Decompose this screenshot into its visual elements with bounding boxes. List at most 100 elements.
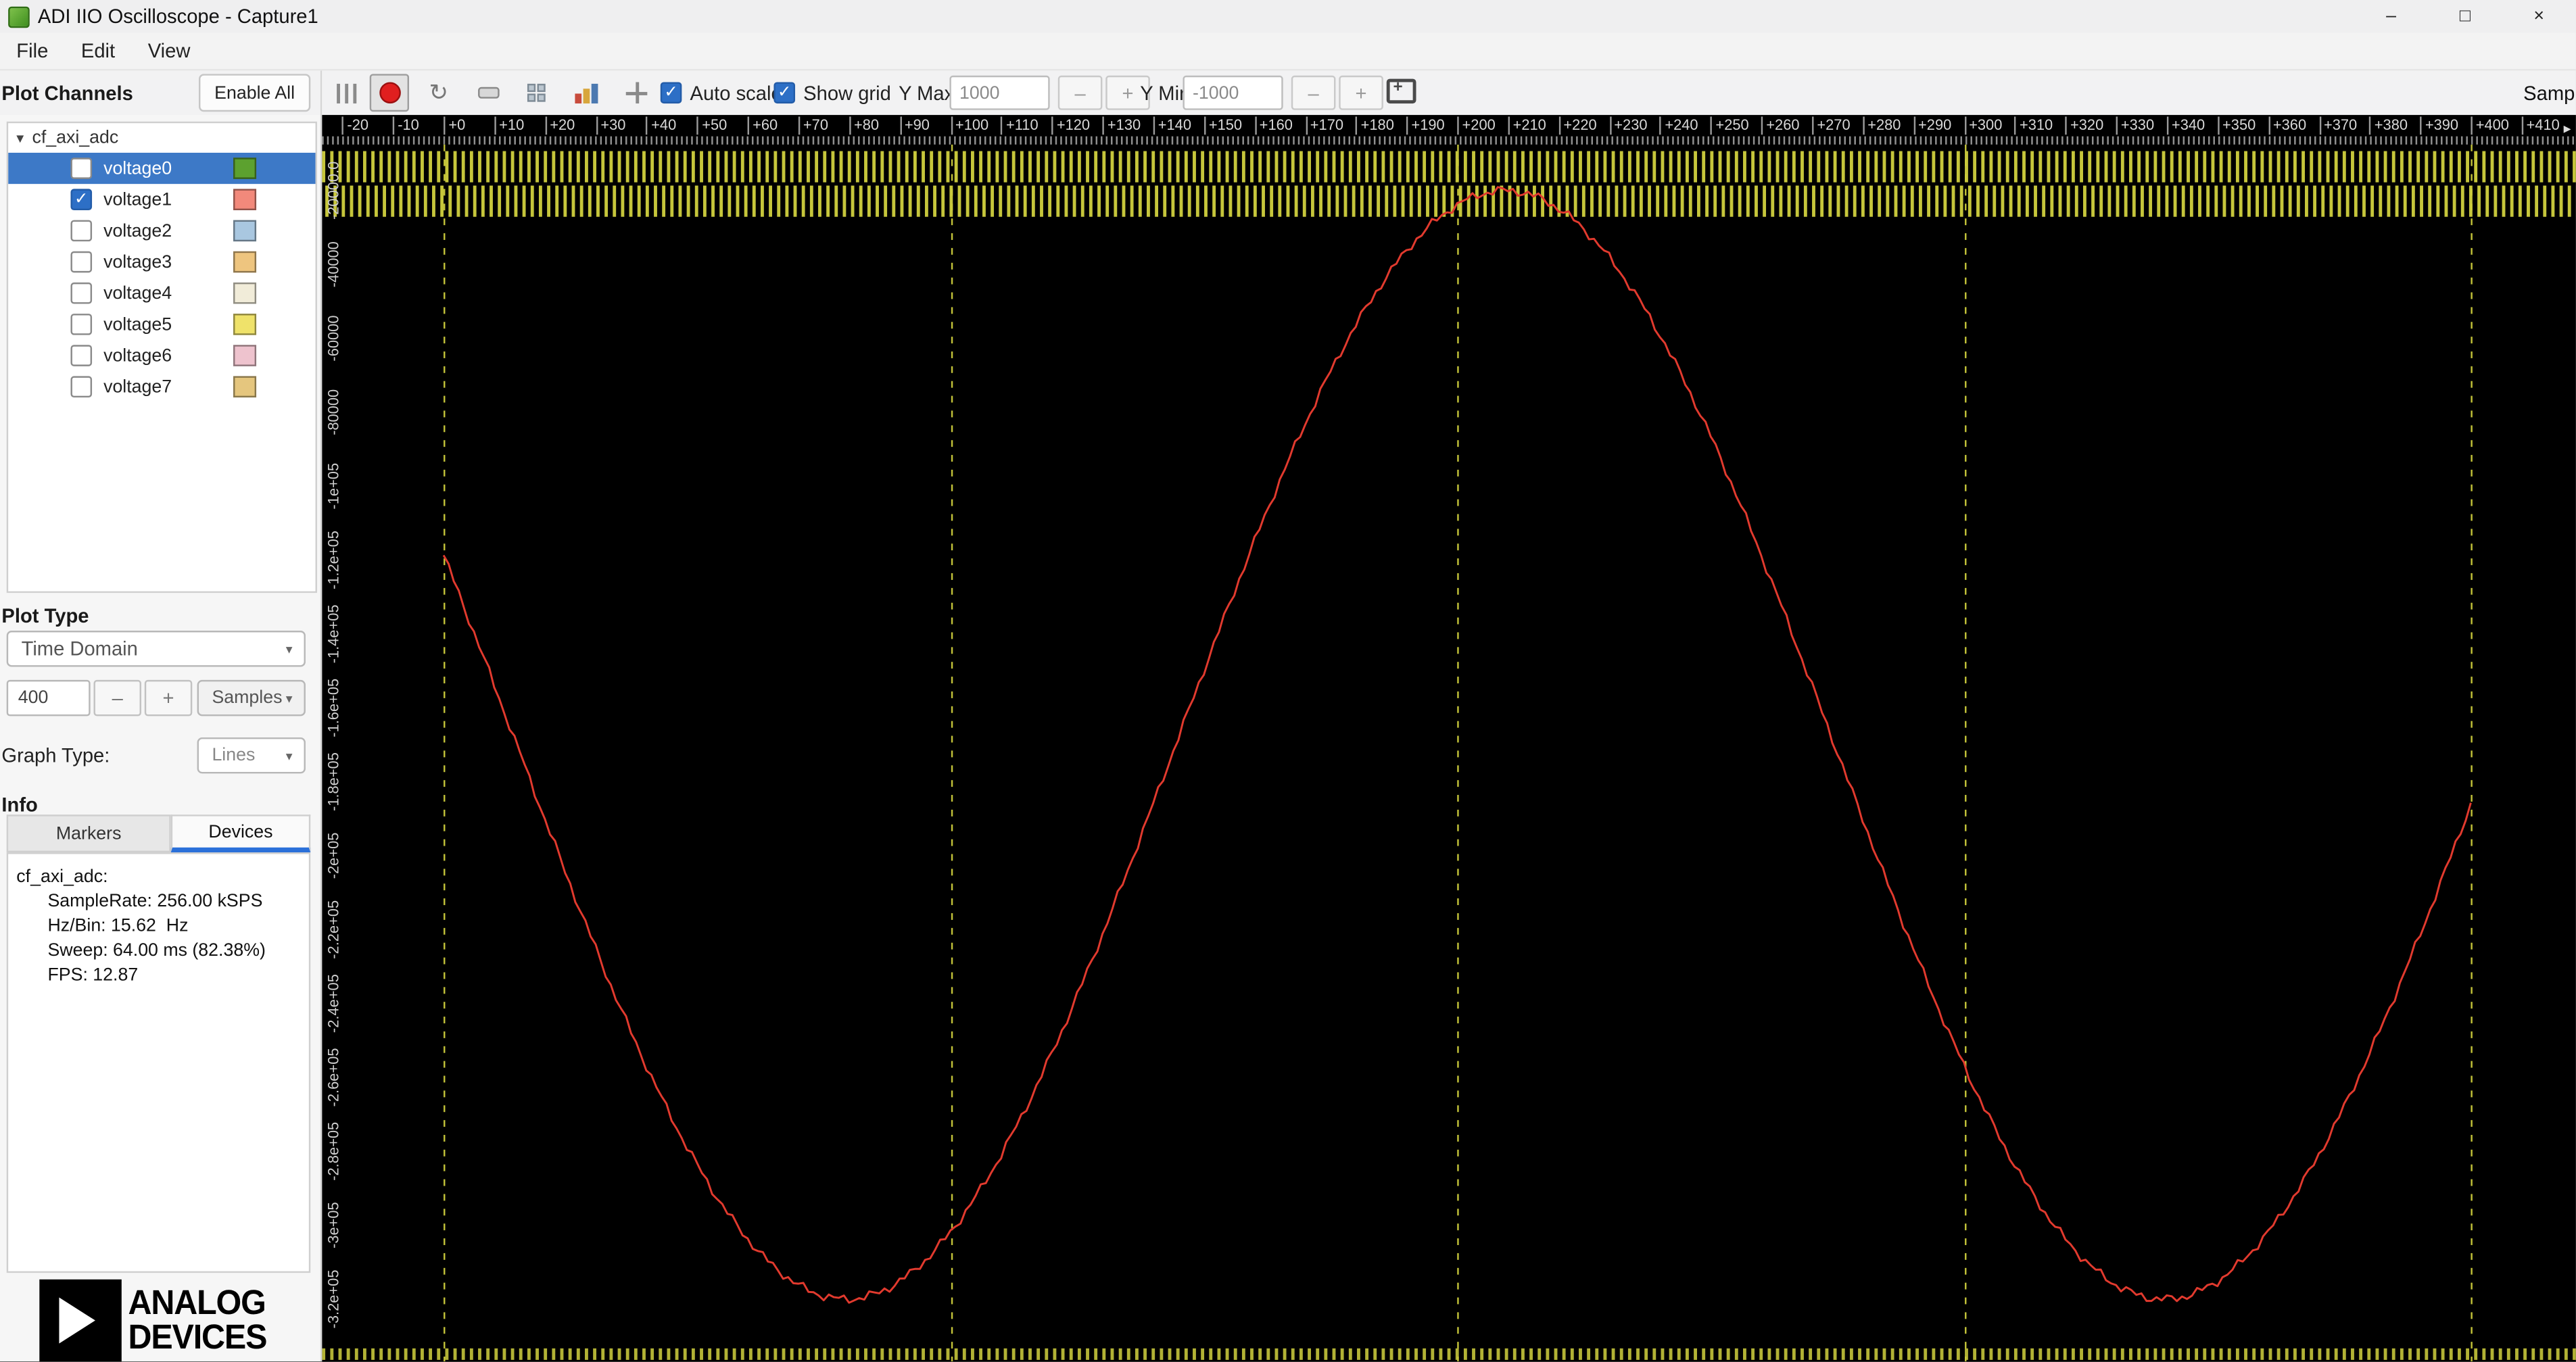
channel-checkbox-voltage5[interactable] xyxy=(70,314,93,335)
window-title: ADI IIO Oscilloscope - Capture1 xyxy=(37,5,318,28)
enable-all-button[interactable]: Enable All xyxy=(199,74,311,112)
channel-row-voltage1[interactable]: ✓ voltage1 xyxy=(8,184,315,215)
channel-checkbox-voltage3[interactable] xyxy=(70,251,93,273)
channel-row-voltage6[interactable]: voltage6 xyxy=(8,340,315,371)
channel-checkbox-voltage2[interactable] xyxy=(70,220,93,242)
channel-row-voltage7[interactable]: voltage7 xyxy=(8,371,315,402)
menu-item-file[interactable]: File xyxy=(0,33,65,69)
y-min-input[interactable]: -1000 xyxy=(1183,75,1283,110)
refresh-icon[interactable]: ↻ xyxy=(421,76,456,110)
device-info-line: Hz/Bin: 15.62 Hz xyxy=(47,916,189,936)
record-button[interactable] xyxy=(369,74,410,112)
sample-count-decrease-button[interactable]: – xyxy=(93,679,141,716)
tile-windows-icon[interactable] xyxy=(519,76,555,110)
channel-checkbox-voltage4[interactable] xyxy=(70,282,93,304)
app-window: ADI IIO Oscilloscope - Capture1 – □ × Fi… xyxy=(0,0,2576,1362)
device-group-row[interactable]: ▾ cf_axi_adc xyxy=(8,123,315,153)
y-min-decrease-button[interactable]: – xyxy=(1291,75,1336,110)
channel-color-swatch[interactable] xyxy=(233,376,257,398)
menu-bar: File Edit View xyxy=(0,32,2576,71)
device-info-line: FPS: 12.87 xyxy=(47,965,139,986)
minimize-button[interactable]: – xyxy=(2354,0,2428,33)
menu-item-view[interactable]: View xyxy=(131,33,206,69)
move-cross-icon xyxy=(625,82,647,104)
pan-icon[interactable] xyxy=(618,76,654,110)
channel-list: voltage0 ✓ voltage1 voltage2 voltage3 voltage… xyxy=(8,152,316,402)
channel-row-voltage5[interactable]: voltage5 xyxy=(8,309,315,340)
sample-unit-dropdown[interactable]: Samples ▾ xyxy=(197,679,306,716)
graph-type-dropdown[interactable]: Lines ▾ xyxy=(197,737,306,774)
channel-label: voltage0 xyxy=(103,158,172,178)
sample-unit-value: Samples xyxy=(212,688,283,708)
sample-count-increase-button[interactable]: + xyxy=(144,679,193,716)
waveform-layer xyxy=(442,186,2472,1304)
channel-row-voltage4[interactable]: voltage4 xyxy=(8,278,315,309)
y-max-input[interactable]: 1000 xyxy=(949,75,1050,110)
snapshot-shape xyxy=(477,87,499,99)
app-icon xyxy=(8,5,30,28)
adi-logo-icon xyxy=(39,1279,122,1362)
device-group-name: cf_axi_adc xyxy=(32,128,119,148)
add-capture-window-icon[interactable] xyxy=(1386,78,1416,104)
channel-color-swatch[interactable] xyxy=(233,282,257,304)
samples-toolbar-label: Samples xyxy=(2523,82,2576,105)
channel-label: voltage6 xyxy=(103,345,172,366)
screenshot-icon[interactable] xyxy=(470,76,506,110)
y-max-decrease-button[interactable]: – xyxy=(1057,75,1103,110)
plot-area: ↻ ✓ Auto scale ✓ Show grid Y Max: 1000 – xyxy=(322,70,2576,1362)
y-min-increase-button[interactable]: + xyxy=(1339,75,1383,110)
info-label: Info xyxy=(1,793,38,817)
adi-logo-word2: DEVICES xyxy=(128,1319,268,1357)
sidebar-header: Plot Channels Enable All xyxy=(0,70,320,116)
channel-color-swatch[interactable] xyxy=(233,157,257,179)
plot-type-label: Plot Type xyxy=(1,604,89,628)
maximize-button[interactable]: □ xyxy=(2428,0,2502,33)
mini-chart-icon xyxy=(575,82,598,103)
capture-controls-icon[interactable] xyxy=(332,76,362,110)
channel-color-swatch[interactable] xyxy=(233,314,257,335)
sidebar: Plot Channels Enable All ▾ cf_axi_adc vo… xyxy=(0,70,323,1362)
device-info-line: SampleRate: 256.00 kSPS xyxy=(47,892,263,912)
channel-row-voltage3[interactable]: voltage3 xyxy=(8,246,315,277)
channel-color-swatch[interactable] xyxy=(233,220,257,242)
content: Plot Channels Enable All ▾ cf_axi_adc vo… xyxy=(0,70,2576,1362)
menu-item-edit[interactable]: Edit xyxy=(65,33,132,69)
auto-scale-label: Auto scale xyxy=(690,82,782,105)
plot-type-value: Time Domain xyxy=(21,637,138,660)
new-plot-icon[interactable] xyxy=(569,76,604,110)
titlebar: ADI IIO Oscilloscope - Capture1 – □ × xyxy=(0,0,2576,33)
channel-color-swatch[interactable] xyxy=(233,251,257,273)
tab-devices[interactable]: Devices xyxy=(170,814,311,853)
close-button[interactable]: × xyxy=(2502,0,2576,33)
window-controls: – □ × xyxy=(2354,0,2576,33)
channel-color-swatch[interactable] xyxy=(233,189,257,211)
bars-icon xyxy=(337,82,340,103)
adi-logo-word1: ANALOG xyxy=(128,1284,266,1322)
expander-icon[interactable]: ▾ xyxy=(16,129,24,147)
tile-grid xyxy=(527,82,547,103)
plot-toolbar: ↻ ✓ Auto scale ✓ Show grid Y Max: 1000 – xyxy=(322,70,2576,116)
sample-count-input[interactable]: 400 xyxy=(6,679,91,716)
plot-canvas[interactable]: ▸ -20 -10 +0 +10 +20 +30 +40 +50 +60 +70 +80 +90 +10… xyxy=(322,115,2576,1362)
channel-row-voltage2[interactable]: voltage2 xyxy=(8,215,315,246)
adi-logo-text: ANALOG DEVICES xyxy=(128,1284,268,1357)
channel-color-swatch[interactable] xyxy=(233,345,257,366)
auto-scale-checkbox[interactable]: ✓ xyxy=(660,82,682,104)
tab-markers[interactable]: Markers xyxy=(6,814,171,853)
channel-row-voltage0[interactable]: voltage0 xyxy=(8,152,316,185)
record-icon xyxy=(379,82,400,104)
channel-checkbox-voltage1[interactable]: ✓ xyxy=(70,189,93,211)
channel-checkbox-voltage7[interactable] xyxy=(70,376,93,398)
channel-panel: ▾ cf_axi_adc voltage0 ✓ voltage1 voltage2 vo… xyxy=(6,121,317,593)
waveform-trace xyxy=(442,186,2472,1304)
graph-type-value: Lines xyxy=(212,746,256,766)
channel-label: voltage7 xyxy=(103,376,172,397)
channel-checkbox-voltage6[interactable] xyxy=(70,345,93,366)
show-grid-checkbox[interactable]: ✓ xyxy=(773,82,796,104)
show-grid-label: Show grid xyxy=(803,82,891,105)
device-info-line: Sweep: 64.00 ms (82.38%) xyxy=(47,941,266,961)
chevron-down-icon: ▾ xyxy=(285,748,293,763)
channel-checkbox-voltage0[interactable] xyxy=(70,157,93,179)
channel-label: voltage1 xyxy=(103,189,172,210)
plot-type-dropdown[interactable]: Time Domain ▾ xyxy=(6,631,306,667)
